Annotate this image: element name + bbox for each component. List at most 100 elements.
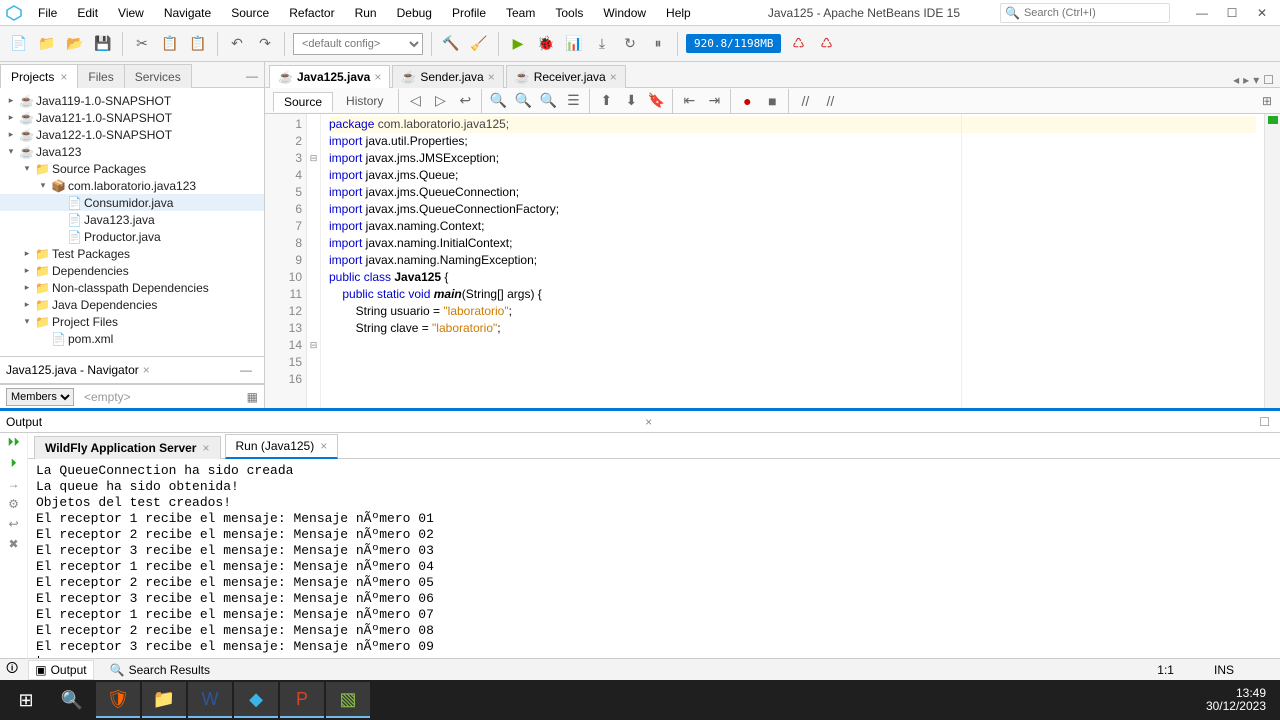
start-button[interactable]: ⊞ — [4, 682, 48, 718]
close-icon[interactable]: × — [488, 70, 495, 84]
run-icon[interactable]: ⏵ — [10, 456, 16, 471]
menu-debug[interactable]: Debug — [387, 2, 442, 24]
tree-node[interactable]: ▾📦com.laboratorio.java123 — [0, 177, 264, 194]
source-tab[interactable]: Source — [273, 92, 333, 112]
shift-right-icon[interactable]: ⇥ — [703, 90, 725, 112]
tree-node[interactable]: ▸📁Java Dependencies — [0, 296, 264, 313]
scroll-left-icon[interactable]: ◂ — [1233, 73, 1239, 87]
history-tab[interactable]: History — [336, 92, 393, 110]
tree-node[interactable]: 📄Consumidor.java — [0, 194, 264, 211]
tree-node[interactable]: ▸📁Dependencies — [0, 262, 264, 279]
menu-navigate[interactable]: Navigate — [154, 2, 221, 24]
comment-icon[interactable]: // — [794, 90, 816, 112]
notifications-icon[interactable]: 🛈 — [6, 659, 18, 680]
editor-tab[interactable]: ☕Receiver.java× — [506, 65, 626, 88]
open-project-icon[interactable]: 📂 — [64, 33, 86, 55]
menu-run[interactable]: Run — [345, 2, 387, 24]
output-tab[interactable]: WildFly Application Server× — [34, 436, 221, 459]
find-selection-icon[interactable]: 🔍 — [487, 90, 509, 112]
taskbar-app-word[interactable]: W — [188, 682, 232, 718]
fold-column[interactable]: ⊟⊟ — [307, 114, 321, 408]
editor-tab[interactable]: ☕Java125.java× — [269, 65, 390, 88]
redo-icon[interactable]: ↷ — [254, 33, 276, 55]
config-select[interactable]: <default config> — [293, 33, 423, 55]
tab-files[interactable]: Files — [77, 64, 124, 88]
heap-indicator[interactable]: 920.8/1198MB — [686, 34, 781, 53]
output-toggle[interactable]: ▣Output — [28, 660, 93, 680]
error-stripe[interactable] — [1264, 114, 1280, 408]
tree-node[interactable]: ▸☕Java122-1.0-SNAPSHOT — [0, 126, 264, 143]
maximize-icon[interactable]: ☐ — [1255, 415, 1274, 429]
search-input[interactable] — [1024, 7, 1165, 19]
scroll-right-icon[interactable]: ▸ — [1243, 73, 1249, 87]
find-prev-icon[interactable]: 🔍 — [512, 90, 534, 112]
menu-view[interactable]: View — [108, 2, 154, 24]
copy-icon[interactable]: 📋 — [159, 33, 181, 55]
tree-node[interactable]: ▾📁Source Packages — [0, 160, 264, 177]
last-edit-icon[interactable]: ↩ — [454, 90, 476, 112]
close-button[interactable]: ✕ — [1248, 3, 1276, 23]
menu-help[interactable]: Help — [656, 2, 701, 24]
settings-icon[interactable]: ⚙ — [8, 497, 19, 511]
close-icon[interactable]: × — [143, 363, 150, 377]
uncomment-icon[interactable]: // — [819, 90, 841, 112]
back-icon[interactable]: ◁ — [404, 90, 426, 112]
code-area[interactable]: 12345678910111213141516 ⊟⊟ package com.l… — [265, 114, 1280, 408]
split-icon[interactable]: ⊞ — [1262, 94, 1272, 108]
find-next-icon[interactable]: 🔍 — [537, 90, 559, 112]
maximize-icon[interactable]: ☐ — [1263, 73, 1274, 87]
close-icon[interactable]: × — [374, 70, 381, 84]
build-icon[interactable]: 🔨 — [440, 33, 462, 55]
taskbar-app-netbeans[interactable]: ◆ — [234, 682, 278, 718]
minimize-button[interactable]: — — [1188, 3, 1216, 23]
taskbar-app-powerpoint[interactable]: P — [280, 682, 324, 718]
taskbar-app-brave[interactable]: 🛡 — [96, 682, 140, 718]
menu-refactor[interactable]: Refactor — [279, 2, 344, 24]
cut-icon[interactable]: ✂ — [131, 33, 153, 55]
paste-icon[interactable]: 📋 — [187, 33, 209, 55]
menu-source[interactable]: Source — [221, 2, 279, 24]
pause-icon[interactable]: ⏸ — [647, 33, 669, 55]
tree-node[interactable]: ▸☕Java119-1.0-SNAPSHOT — [0, 92, 264, 109]
members-select[interactable]: Members — [6, 388, 74, 406]
menu-profile[interactable]: Profile — [442, 2, 496, 24]
clear-icon[interactable]: ✖ — [8, 537, 18, 551]
undo-icon[interactable]: ↶ — [226, 33, 248, 55]
search-results-toggle[interactable]: 🔍Search Results — [104, 661, 216, 679]
tree-node[interactable]: ▸📁Test Packages — [0, 245, 264, 262]
close-icon[interactable]: × — [320, 439, 327, 453]
new-project-icon[interactable]: 📁 — [36, 33, 58, 55]
toggle-highlight-icon[interactable]: ☰ — [562, 90, 584, 112]
run-icon[interactable]: ▶ — [507, 33, 529, 55]
forward-icon[interactable]: ▷ — [429, 90, 451, 112]
menu-edit[interactable]: Edit — [67, 2, 108, 24]
minimize-pane-icon[interactable]: — — [234, 359, 258, 381]
menu-file[interactable]: File — [28, 2, 67, 24]
reload-icon[interactable]: ↻ — [619, 33, 641, 55]
menu-team[interactable]: Team — [496, 2, 545, 24]
close-icon[interactable]: × — [60, 70, 67, 84]
tab-list-icon[interactable]: ▾ — [1253, 73, 1259, 87]
menu-window[interactable]: Window — [593, 2, 656, 24]
macro-record-icon[interactable]: ● — [736, 90, 758, 112]
global-search[interactable]: 🔍 — [1000, 3, 1170, 23]
tree-node[interactable]: 📄Java123.java — [0, 211, 264, 228]
toggle-bookmark-icon[interactable]: 🔖 — [645, 90, 667, 112]
next-bookmark-icon[interactable]: ⬇ — [620, 90, 642, 112]
tree-node[interactable]: ▾☕Java123 — [0, 143, 264, 160]
attach-debugger-icon[interactable]: ⤓ — [591, 33, 613, 55]
tree-node[interactable]: ▸📁Non-classpath Dependencies — [0, 279, 264, 296]
taskbar-clock[interactable]: 13:4930/12/2023 — [1196, 687, 1276, 713]
output-tab[interactable]: Run (Java125)× — [225, 434, 339, 459]
tree-node[interactable]: ▾📁Project Files — [0, 313, 264, 330]
wrap-icon[interactable]: ↩ — [8, 517, 18, 531]
maximize-button[interactable]: ☐ — [1218, 3, 1246, 23]
save-all-icon[interactable]: 💾 — [92, 33, 114, 55]
editor-tab[interactable]: ☕Sender.java× — [392, 65, 503, 88]
clean-build-icon[interactable]: 🧹 — [468, 33, 490, 55]
tree-node[interactable]: ▸☕Java121-1.0-SNAPSHOT — [0, 109, 264, 126]
close-icon[interactable]: × — [610, 70, 617, 84]
gc2-icon[interactable]: ♺ — [815, 33, 837, 55]
taskbar-app-other[interactable]: ▧ — [326, 682, 370, 718]
prev-bookmark-icon[interactable]: ⬆ — [595, 90, 617, 112]
